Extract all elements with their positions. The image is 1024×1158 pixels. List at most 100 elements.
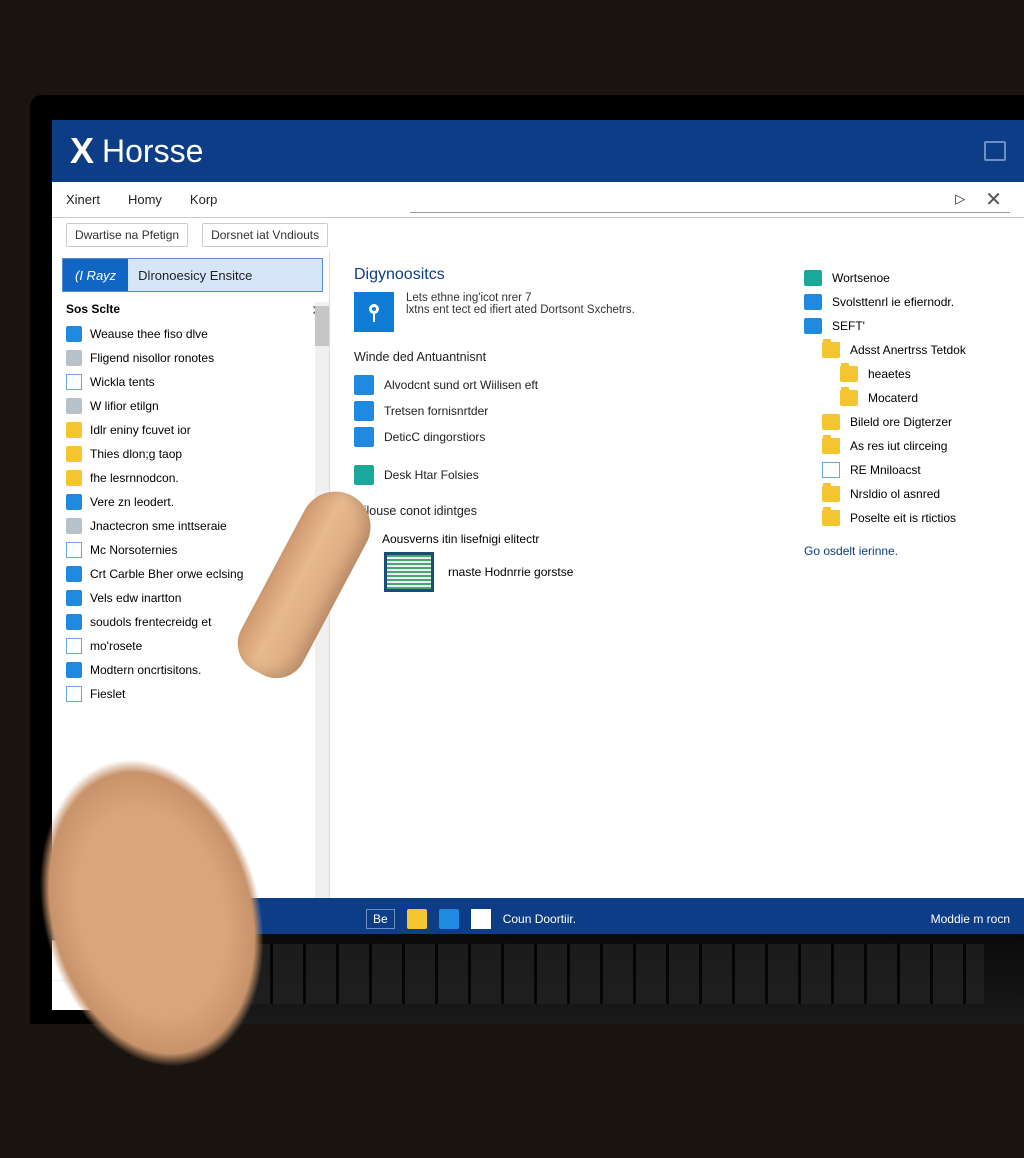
sidebar-item[interactable]: Fieslet — [62, 682, 329, 706]
right-panel-item[interactable]: RE Mniloacst — [804, 458, 1014, 482]
sidebar-item-icon — [66, 398, 82, 414]
hero-line: lxtns ent tect ed ifiert ated Dortsont S… — [406, 304, 635, 316]
sidebar-item[interactable]: Idlr eniny fcuvet ior — [62, 418, 329, 442]
sidebar-item-icon — [66, 470, 82, 486]
right-panel-item-label: Adsst Anertrss Tetdok — [850, 343, 966, 357]
sidebar-item-label: Mc Norsoternies — [90, 543, 177, 558]
sidebar-item[interactable]: Vere zn leodert. — [62, 490, 329, 514]
folder-icon — [804, 294, 822, 310]
folder-icon — [822, 438, 840, 454]
sidebar-item-icon — [66, 350, 82, 366]
sidebar-item[interactable]: Wickla tents — [62, 370, 329, 394]
status-text: Srletobcers — [66, 954, 127, 968]
sidebar-item-label: W lifior etilgn — [90, 399, 159, 414]
status-right: Moddie m rocn — [931, 912, 1010, 926]
hero-line: Lets ethne ing'icot nrer 7 — [406, 292, 635, 304]
right-panel-item[interactable]: Wortsenoe — [804, 266, 1014, 290]
sidebar-item[interactable]: Fligend nisollor ronotes — [62, 346, 329, 370]
folder-icon — [822, 462, 840, 478]
sidebar-item-label: Vels edw inartton — [90, 591, 181, 606]
diagnostics-hero-icon — [354, 292, 394, 332]
folder-icon — [822, 510, 840, 526]
folder-icon — [822, 414, 840, 430]
menu-item[interactable]: Homy — [128, 192, 162, 207]
folder-icon — [804, 270, 822, 286]
right-panel-item-label: SEFT' — [832, 319, 865, 333]
right-panel-item[interactable]: Mocaterd — [804, 386, 1014, 410]
right-panel: Wortsenoe Svolsttenrl ie efiernodr. SEFT' A… — [804, 266, 1014, 888]
right-panel-item-label: Nrsldio ol asnred — [850, 487, 940, 501]
link-item[interactable]: Desk Htar Folsies — [354, 462, 774, 488]
taskbar-icon[interactable] — [439, 909, 459, 929]
right-panel-item[interactable]: Adsst Anertrss Tetdok — [804, 338, 1014, 362]
sidebar-item-icon — [66, 326, 82, 342]
sidebar-item-label: Fieslet — [90, 687, 125, 702]
right-panel-item[interactable]: Bileld ore Digterzer — [804, 410, 1014, 434]
scrollbar-thumb[interactable] — [315, 306, 329, 346]
sidebar-item[interactable]: W lifior etilgn — [62, 394, 329, 418]
sidebar-item-icon — [66, 518, 82, 534]
breadcrumb-item[interactable]: Dorsnet iat Vndiouts — [202, 223, 328, 247]
sidebar-item-label: Idlr eniny fcuvet ior — [90, 423, 191, 438]
taskbar-icon[interactable] — [407, 909, 427, 929]
sidebar-item[interactable]: Weause thee fiso dlve — [62, 322, 329, 346]
right-panel-link[interactable]: Go osdelt ierinne. — [804, 544, 1014, 558]
breadcrumb-item[interactable]: Dwartise na Pfetign — [66, 223, 188, 247]
sidebar-item[interactable]: Jnactecron sme inttseraie — [62, 514, 329, 538]
link-item[interactable]: Alvodcnt sund ort Wiilisen eft — [354, 372, 774, 398]
right-panel-item-label: Svolsttenrl ie efiernodr. — [832, 295, 954, 309]
link-item[interactable]: DeticC dingorstiors — [354, 424, 774, 450]
right-panel-item[interactable]: SEFT' — [804, 314, 1014, 338]
taskbar-label: Be — [366, 909, 395, 929]
sidebar-item-icon — [66, 446, 82, 462]
right-panel-item[interactable]: Nrsldio ol asnred — [804, 482, 1014, 506]
breadcrumb: Dwartise na Pfetign Dorsnet iat Vndiouts — [52, 218, 1024, 252]
app-logo: X Horsse — [70, 130, 203, 172]
sidebar-item-label: Thies dlon;g taop — [90, 447, 182, 462]
menu-item[interactable]: Korp — [190, 192, 217, 207]
sidebar-item[interactable]: fhe lesrnnodcon. — [62, 466, 329, 490]
right-panel-item[interactable]: heaetes — [804, 362, 1014, 386]
sidebar-item-icon — [66, 374, 82, 390]
folder-icon — [840, 366, 858, 382]
cursor-icon: ▷ — [955, 191, 965, 207]
sidebar-item-label: Wickla tents — [90, 375, 155, 390]
right-panel-item-label: Wortsenoe — [832, 271, 890, 285]
window-control-icon[interactable] — [984, 141, 1006, 161]
sidebar-item-icon — [66, 494, 82, 510]
link-item[interactable]: rnaste Hodnrrie gorstse — [448, 565, 573, 579]
right-panel-item-label: Mocaterd — [868, 391, 918, 405]
sidebar-item-label: Modtern oncrtisitons. — [90, 663, 201, 678]
sidebar-item-icon — [66, 566, 82, 582]
main-content: Digynoositcs Lets ethne ing'icot nrer 7 … — [354, 266, 774, 888]
sidebar-tabs: (I Rayz Dlronoesicy Ensitce — [62, 258, 323, 292]
sidebar-item-label: Vere zn leodert. — [90, 495, 174, 510]
sidebar-tab-active[interactable]: (I Rayz — [63, 259, 128, 291]
sidebar-item-label: Fligend nisollor ronotes — [90, 351, 214, 366]
right-panel-item-label: Bileld ore Digterzer — [850, 415, 952, 429]
sidebar-item-label: Weause thee fiso dlve — [90, 327, 208, 342]
right-panel-item[interactable]: As res iut clirceing — [804, 434, 1014, 458]
right-panel-item-label: RE Mniloacst — [850, 463, 921, 477]
link-item[interactable]: Tretsen fornisnrtder — [354, 398, 774, 424]
sidebar-item-label: mo'rosete — [90, 639, 142, 654]
sidebar-section-label: Sos Sclte — [62, 292, 329, 322]
sidebar-tab[interactable]: Dlronoesicy Ensitce — [128, 268, 262, 283]
sidebar-item-icon — [66, 590, 82, 606]
right-panel-item[interactable]: Poselte eit is rtictios — [804, 506, 1014, 530]
close-icon[interactable]: ✕ — [985, 187, 1002, 212]
taskbar-icon[interactable] — [471, 909, 491, 929]
sidebar-item-icon — [66, 662, 82, 678]
folder-icon — [822, 342, 840, 358]
page-title: Digynoositcs — [354, 266, 774, 284]
sidebar-item[interactable]: Thies dlon;g taop — [62, 442, 329, 466]
link-item[interactable]: Aousverns itin lisefnigi elitectr — [382, 526, 774, 552]
logo-mark: X — [70, 130, 94, 172]
right-panel-item[interactable]: Svolsttenrl ie efiernodr. — [804, 290, 1014, 314]
menubar: Xinert Homy Korp ▷ ✕ — [52, 182, 1024, 218]
tile-icon — [354, 375, 374, 395]
sidebar-item-label: soudols frentecreidg et — [90, 615, 211, 630]
menu-item[interactable]: Xinert — [66, 192, 100, 207]
search-bar[interactable]: ▷ ✕ — [410, 187, 1010, 213]
folder-icon — [840, 390, 858, 406]
